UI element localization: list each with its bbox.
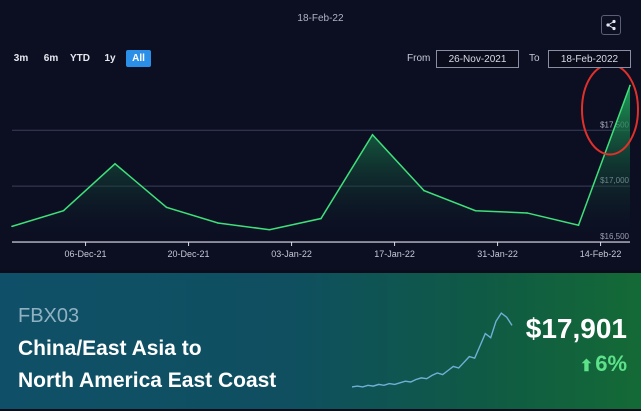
data-point xyxy=(474,209,477,212)
data-point xyxy=(62,209,65,212)
route-line-2: North America East Coast xyxy=(18,369,277,392)
x-tick-label: 31-Jan-22 xyxy=(477,249,518,259)
price-change: ⬆6% xyxy=(580,351,627,377)
route-name: China/East Asia to North America East Co… xyxy=(18,333,276,397)
data-point xyxy=(11,225,13,228)
data-point xyxy=(320,217,322,220)
data-point xyxy=(629,84,631,87)
index-banner: FBX03 China/East Asia to North America E… xyxy=(0,271,641,409)
range-button-3m[interactable]: 3m xyxy=(10,50,32,67)
data-point xyxy=(577,224,580,227)
index-ticker: FBX03 xyxy=(18,305,80,327)
x-tick-label: 20-Dec-21 xyxy=(168,249,210,259)
from-label: From xyxy=(407,53,431,64)
from-date-input[interactable] xyxy=(436,50,519,68)
data-point xyxy=(165,206,168,209)
x-tick-label: 06-Dec-21 xyxy=(65,249,107,259)
range-button-6m[interactable]: 6m xyxy=(40,50,62,67)
data-point xyxy=(526,212,528,214)
data-point xyxy=(114,162,116,165)
x-tick-label: 14-Feb-22 xyxy=(580,249,622,259)
chart-date-header: 18-Feb-22 xyxy=(297,13,344,24)
data-point xyxy=(268,228,271,231)
data-point xyxy=(217,222,219,224)
sparkline-line xyxy=(351,312,513,388)
range-button-all[interactable]: All xyxy=(126,50,151,67)
data-point xyxy=(423,189,425,192)
to-date-input[interactable] xyxy=(548,50,631,68)
range-button-1y[interactable]: 1y xyxy=(100,50,120,67)
x-tick-label: 03-Jan-22 xyxy=(271,249,312,259)
chart-panel: $16,500$17,000$17,50006-Dec-2120-Dec-210… xyxy=(0,0,641,270)
share-icon xyxy=(606,19,616,31)
range-button-ytd[interactable]: YTD xyxy=(67,50,93,67)
x-tick-label: 17-Jan-22 xyxy=(374,249,415,259)
price-change-value: 6% xyxy=(595,351,627,376)
data-point xyxy=(371,133,374,136)
index-price: $17,901 xyxy=(525,313,627,344)
arrow-up-icon: ⬆ xyxy=(579,358,594,375)
share-button[interactable] xyxy=(601,15,621,35)
to-label: To xyxy=(529,53,540,64)
route-line-1: China/East Asia to xyxy=(18,337,202,360)
price-chart: $16,500$17,000$17,50006-Dec-2120-Dec-210… xyxy=(11,63,639,259)
